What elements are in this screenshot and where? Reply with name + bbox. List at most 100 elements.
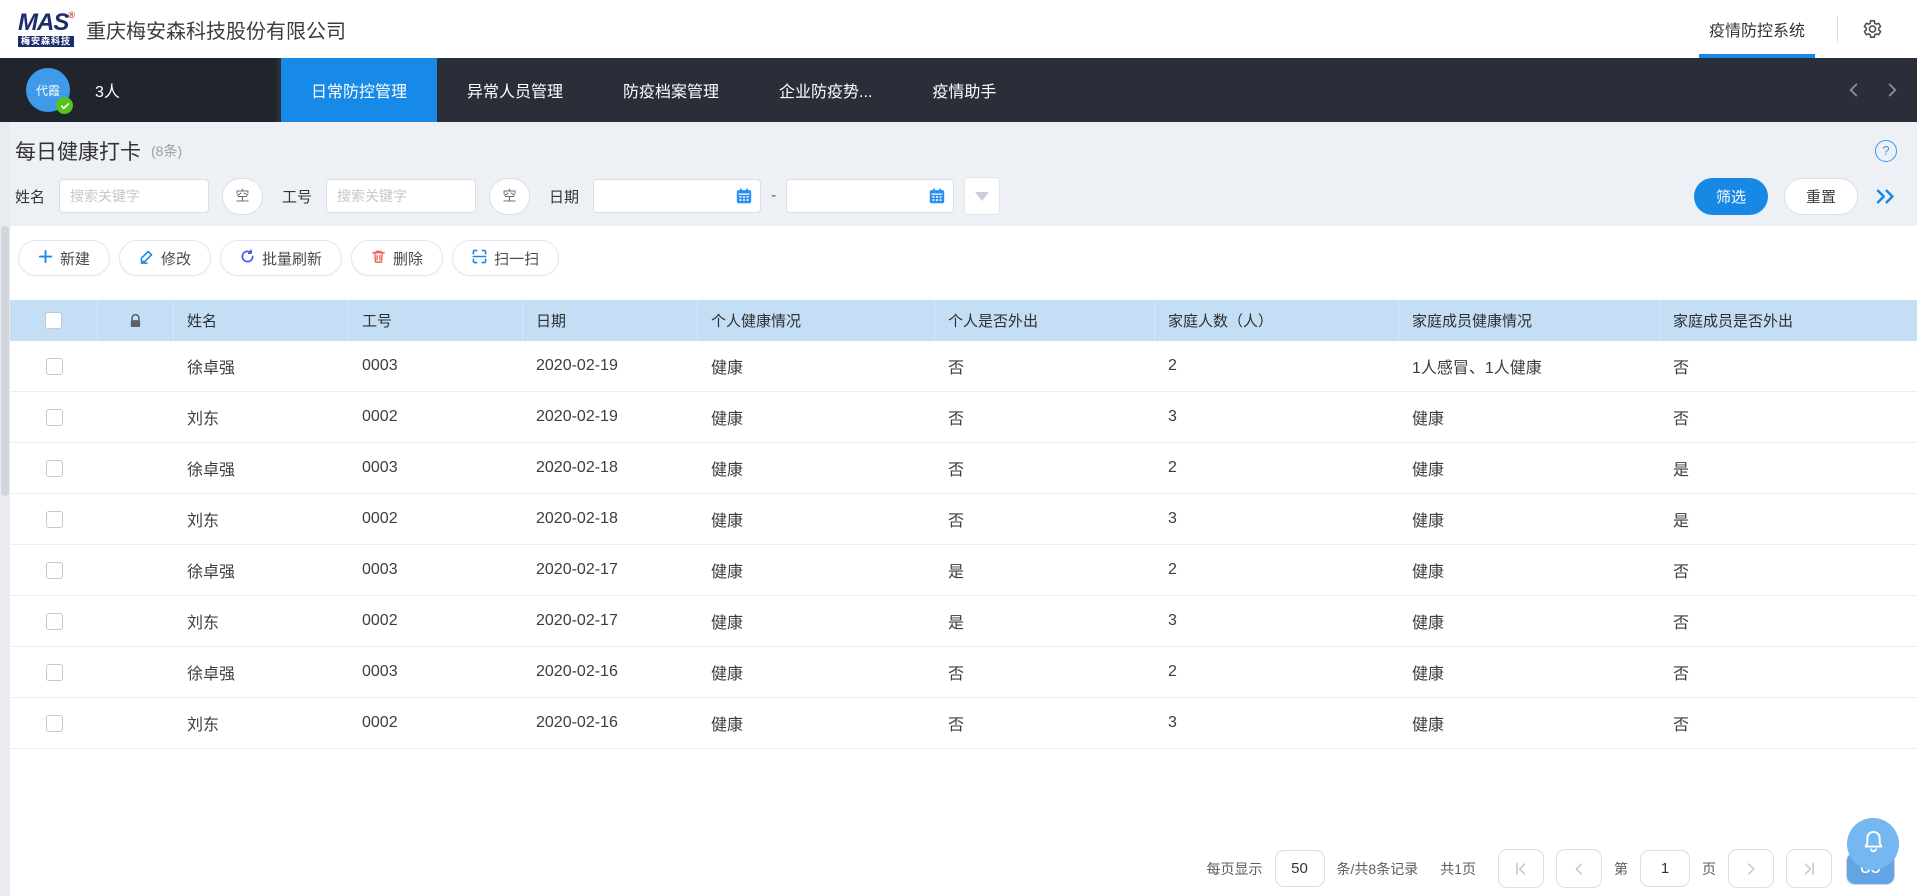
cell-employee_id: 0003 <box>349 647 523 697</box>
table-row[interactable]: 刘东00022020-02-16健康否3健康否 <box>10 698 1917 749</box>
cell-family_count: 3 <box>1155 392 1399 442</box>
name-search-input[interactable] <box>59 179 209 213</box>
system-tab[interactable]: 疫情防控系统 <box>1701 0 1813 58</box>
cell-family_out: 是 <box>1660 443 1917 493</box>
tab-abnormal-personnel[interactable]: 异常人员管理 <box>437 58 593 122</box>
scrollbar-thumb[interactable] <box>1 226 9 496</box>
refresh-icon <box>240 249 255 268</box>
cell-family_out: 否 <box>1660 647 1917 697</box>
row-checkbox[interactable] <box>46 715 63 732</box>
cell-personal_health: 健康 <box>698 494 935 544</box>
first-page-button[interactable] <box>1498 849 1544 888</box>
row-checkbox[interactable] <box>46 511 63 528</box>
tab-enterprise-situation[interactable]: 企业防疫势... <box>749 58 902 122</box>
scrollbar-track[interactable] <box>0 122 10 896</box>
system-tab-label: 疫情防控系统 <box>1709 17 1805 41</box>
cell-name: 徐卓强 <box>174 341 349 391</box>
cell-employee_id: 0002 <box>349 698 523 748</box>
date-start-input[interactable] <box>593 179 761 213</box>
date-end-input[interactable] <box>786 179 954 213</box>
notification-bell-fab[interactable] <box>1847 818 1899 870</box>
table-row[interactable]: 刘东00022020-02-18健康否3健康是 <box>10 494 1917 545</box>
cell-personal_health: 健康 <box>698 392 935 442</box>
cell-family_health: 健康 <box>1399 545 1660 595</box>
cell-personal_health: 健康 <box>698 341 935 391</box>
cell-family_health: 1人感冒、1人健康 <box>1399 341 1660 391</box>
table-row[interactable]: 徐卓强00032020-02-19健康否21人感冒、1人健康否 <box>10 341 1917 392</box>
per-page-input[interactable] <box>1275 850 1325 887</box>
table-row[interactable]: 徐卓强00032020-02-18健康否2健康是 <box>10 443 1917 494</box>
page-number-input[interactable] <box>1640 850 1690 887</box>
row-checkbox[interactable] <box>46 460 63 477</box>
cell-personal_health: 健康 <box>698 647 935 697</box>
cell-employee_id: 0003 <box>349 341 523 391</box>
column-header-0: 姓名 <box>174 300 349 341</box>
tab-epidemic-archive[interactable]: 防疫档案管理 <box>593 58 749 122</box>
cell-family_out: 否 <box>1660 698 1917 748</box>
employee-id-search-input[interactable] <box>326 179 476 213</box>
header-divider <box>1837 16 1838 42</box>
cell-personal_out: 是 <box>935 545 1155 595</box>
nav-scroll-right-icon[interactable] <box>1881 79 1903 101</box>
cell-date: 2020-02-17 <box>523 545 698 595</box>
create-button-label: 新建 <box>60 248 90 269</box>
column-header-1: 工号 <box>349 300 523 341</box>
create-button[interactable]: 新建 <box>18 240 110 276</box>
bell-icon <box>1860 828 1887 860</box>
tab-epidemic-assistant[interactable]: 疫情助手 <box>902 58 1026 122</box>
page-suffix-label: 页 <box>1702 859 1716 879</box>
reset-button[interactable]: 重置 <box>1784 178 1858 215</box>
cell-employee_id: 0002 <box>349 392 523 442</box>
prev-page-button[interactable] <box>1556 849 1602 888</box>
date-preset-dropdown[interactable] <box>964 177 1000 215</box>
row-checkbox[interactable] <box>46 409 63 426</box>
cell-personal_out: 否 <box>935 341 1155 391</box>
delete-button[interactable]: 删除 <box>351 240 443 276</box>
scan-button[interactable]: 扫一扫 <box>452 240 559 276</box>
table-row[interactable]: 刘东00022020-02-19健康否3健康否 <box>10 392 1917 443</box>
column-header-7: 家庭成员是否外出 <box>1660 300 1917 341</box>
employee-id-clear-button[interactable]: 空 <box>489 178 530 215</box>
expand-filters-icon[interactable] <box>1874 185 1897 208</box>
lock-icon <box>98 300 174 341</box>
table-row[interactable]: 徐卓强00032020-02-16健康否2健康否 <box>10 647 1917 698</box>
cell-date: 2020-02-16 <box>523 698 698 748</box>
name-clear-button[interactable]: 空 <box>222 178 263 215</box>
cell-personal_health: 健康 <box>698 443 935 493</box>
cell-name: 刘东 <box>174 392 349 442</box>
settings-gear-icon[interactable] <box>1860 17 1885 41</box>
row-select-cell <box>10 443 98 493</box>
cell-personal_out: 否 <box>935 392 1155 442</box>
cell-family_health: 健康 <box>1399 443 1660 493</box>
avatar[interactable]: 代霞 <box>26 68 70 112</box>
table-row[interactable]: 徐卓强00032020-02-17健康是2健康否 <box>10 545 1917 596</box>
cell-name: 徐卓强 <box>174 545 349 595</box>
row-select-cell <box>10 494 98 544</box>
next-page-button[interactable] <box>1728 849 1774 888</box>
table-header: 姓名工号日期个人健康情况个人是否外出家庭人数（人）家庭成员健康情况家庭成员是否外… <box>10 300 1917 341</box>
select-all-checkbox[interactable] <box>45 312 62 329</box>
page-title: 每日健康打卡 <box>15 136 141 166</box>
row-checkbox[interactable] <box>46 358 63 375</box>
avatar-name: 代霞 <box>36 82 60 99</box>
scan-button-label: 扫一扫 <box>494 248 539 269</box>
edit-button[interactable]: 修改 <box>119 240 211 276</box>
last-page-button[interactable] <box>1786 849 1832 888</box>
row-lock-cell <box>98 647 174 697</box>
row-checkbox[interactable] <box>46 664 63 681</box>
row-lock-cell <box>98 443 174 493</box>
tab-daily-control[interactable]: 日常防控管理 <box>281 58 437 122</box>
select-all-cell <box>10 300 98 341</box>
filter-button[interactable]: 筛选 <box>1694 178 1768 215</box>
online-check-badge <box>56 97 73 114</box>
row-checkbox[interactable] <box>46 613 63 630</box>
cell-family_out: 否 <box>1660 392 1917 442</box>
nav-scroll-left-icon[interactable] <box>1843 79 1865 101</box>
cell-date: 2020-02-16 <box>523 647 698 697</box>
batch-refresh-button[interactable]: 批量刷新 <box>220 240 342 276</box>
help-icon[interactable]: ? <box>1875 140 1897 162</box>
row-lock-cell <box>98 392 174 442</box>
row-checkbox[interactable] <box>46 562 63 579</box>
column-header-4: 个人是否外出 <box>935 300 1155 341</box>
table-row[interactable]: 刘东00022020-02-17健康是3健康否 <box>10 596 1917 647</box>
